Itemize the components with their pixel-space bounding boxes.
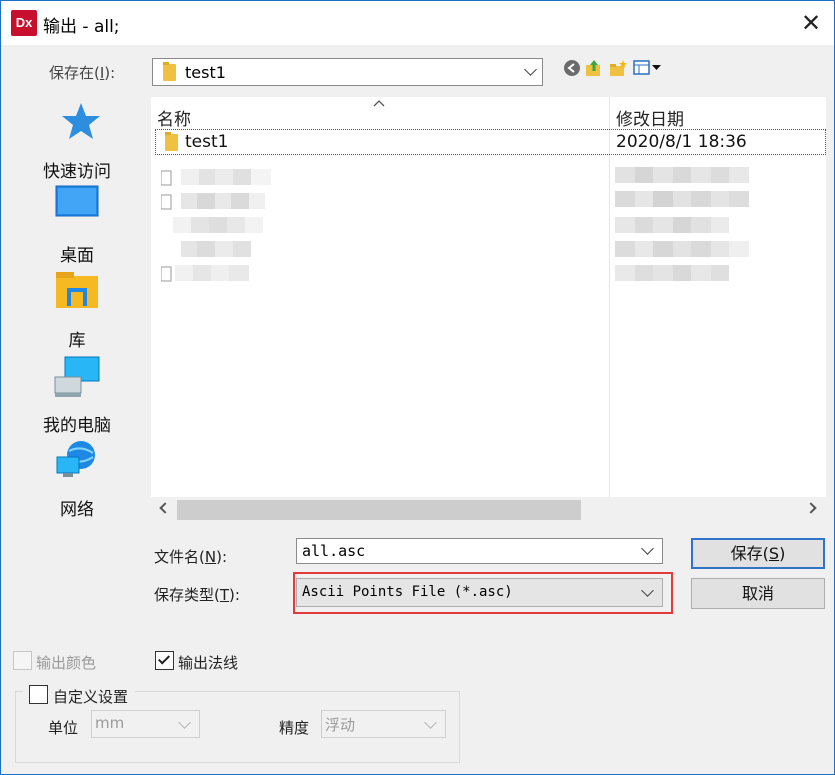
close-button[interactable]: ✕ bbox=[791, 5, 831, 41]
view-menu-icon[interactable] bbox=[633, 59, 663, 77]
output-normals-label: 输出法线 bbox=[178, 654, 239, 672]
custom-settings-checkbox[interactable] bbox=[29, 685, 48, 704]
precision-label: 精度 bbox=[279, 719, 310, 737]
precision-dropdown[interactable]: 浮动 bbox=[321, 710, 446, 738]
sort-asc-icon bbox=[373, 100, 385, 107]
computer-icon bbox=[54, 356, 100, 397]
back-icon[interactable] bbox=[563, 59, 581, 77]
redacted-file-dates bbox=[615, 165, 755, 295]
place-label: 我的电脑 bbox=[43, 416, 111, 436]
scroll-left-icon[interactable] bbox=[159, 502, 171, 514]
filetype-label: 保存类型(T): bbox=[154, 586, 240, 604]
place-label: 库 bbox=[68, 331, 86, 351]
chevron-down-icon bbox=[424, 716, 437, 729]
library-icon bbox=[56, 272, 98, 308]
scroll-right-icon[interactable] bbox=[805, 502, 817, 514]
place-label: 桌面 bbox=[60, 246, 94, 266]
title-bar: Dx 输出 - all; ✕ bbox=[1, 1, 834, 45]
file-list[interactable]: 名称 修改日期 test1 2020/8/1 18:36 bbox=[151, 97, 826, 522]
place-library[interactable]: 库 bbox=[9, 270, 145, 351]
places-bar: 快速访问 桌面 库 我的电脑 网络 bbox=[9, 93, 145, 523]
save-in-dropdown[interactable]: test1 bbox=[152, 58, 543, 86]
output-color-label: 输出颜色 bbox=[36, 654, 97, 672]
chevron-down-icon bbox=[524, 63, 537, 76]
filename-label: 文件名(N): bbox=[154, 548, 227, 566]
window-title: 输出 - all; bbox=[43, 17, 120, 37]
scrollbar-thumb[interactable] bbox=[177, 500, 581, 520]
desktop-icon bbox=[55, 185, 99, 217]
place-label: 快速访问 bbox=[43, 162, 111, 182]
up-folder-icon[interactable] bbox=[585, 59, 603, 77]
star-icon bbox=[62, 103, 100, 139]
save-in-label: 保存在(I): bbox=[49, 64, 116, 82]
save-dialog: Dx 输出 - all; ✕ 保存在(I): test1 快速访问 桌面 库 我… bbox=[0, 0, 835, 775]
app-icon: Dx bbox=[11, 10, 37, 36]
precision-value: 浮动 bbox=[325, 716, 356, 734]
highlight-box bbox=[293, 572, 673, 614]
folder-icon bbox=[165, 132, 178, 151]
new-folder-icon[interactable] bbox=[609, 59, 627, 77]
place-desktop[interactable]: 桌面 bbox=[9, 185, 145, 266]
file-modified: 2020/8/1 18:36 bbox=[616, 132, 747, 152]
place-quick-access[interactable]: 快速访问 bbox=[9, 101, 145, 182]
save-in-value: test1 bbox=[185, 63, 226, 82]
network-icon bbox=[56, 441, 95, 477]
chevron-down-icon bbox=[178, 716, 191, 729]
save-button[interactable]: 保存(S) bbox=[691, 538, 825, 569]
output-color-checkbox[interactable] bbox=[13, 651, 32, 670]
custom-settings-label: 自定义设置 bbox=[53, 688, 129, 706]
place-label: 网络 bbox=[60, 500, 94, 520]
table-row[interactable]: test1 2020/8/1 18:36 bbox=[155, 129, 826, 155]
unit-label: 单位 bbox=[48, 719, 79, 737]
cancel-button[interactable]: 取消 bbox=[691, 578, 825, 609]
place-this-pc[interactable]: 我的电脑 bbox=[9, 355, 145, 436]
horizontal-scrollbar[interactable] bbox=[151, 497, 826, 522]
unit-value: mm bbox=[95, 714, 125, 732]
unit-dropdown[interactable]: mm bbox=[91, 710, 200, 738]
file-name: test1 bbox=[185, 132, 229, 152]
redacted-file-names bbox=[160, 165, 286, 295]
place-network[interactable]: 网络 bbox=[9, 439, 145, 520]
folder-icon bbox=[163, 62, 176, 81]
filename-value: all.asc bbox=[302, 542, 366, 560]
column-separator bbox=[609, 97, 610, 497]
filename-input[interactable]: all.asc bbox=[296, 538, 663, 564]
check-icon bbox=[157, 652, 171, 665]
output-normals-checkbox[interactable] bbox=[155, 651, 174, 670]
chevron-down-icon bbox=[641, 542, 654, 555]
